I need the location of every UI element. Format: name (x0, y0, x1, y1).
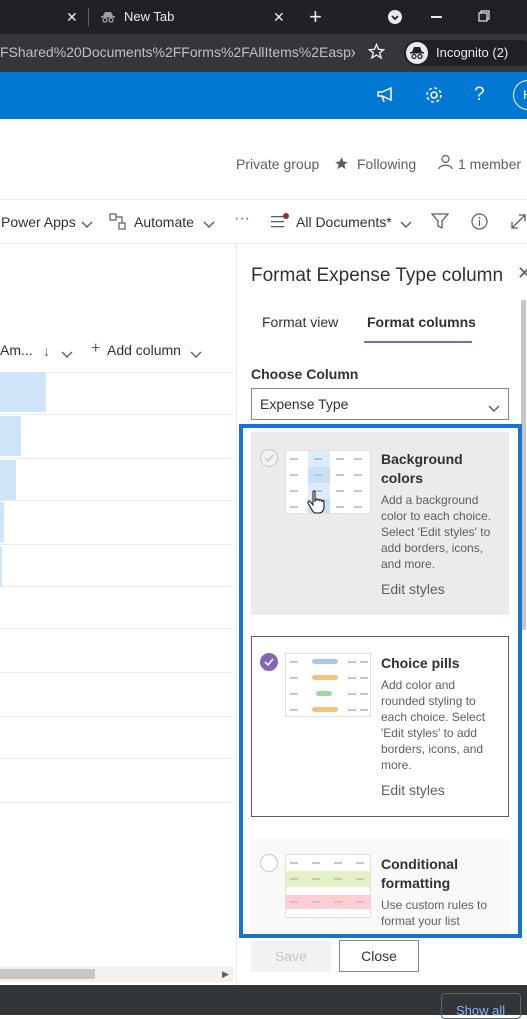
table-row[interactable] (0, 502, 4, 542)
add-column-button[interactable]: Add column (107, 342, 181, 358)
avatar[interactable]: H (513, 80, 527, 110)
expand-icon[interactable] (510, 213, 527, 235)
sort-down-arrow-icon: ↓ (43, 343, 50, 359)
plus-icon[interactable]: + (91, 340, 100, 358)
view-switcher[interactable]: All Documents* (296, 214, 392, 230)
choose-column-label: Choose Column (251, 366, 359, 382)
tab-search-icon[interactable] (387, 9, 403, 30)
row-divider (0, 628, 234, 629)
dropdown-value: Expense Type (260, 396, 349, 412)
save-button[interactable]: Save (251, 940, 331, 972)
view-options-icon[interactable] (271, 213, 289, 234)
show-all-label: Show all (456, 1003, 506, 1018)
chevron-down-icon[interactable] (400, 216, 412, 234)
row-divider (0, 544, 234, 545)
selected-tab-indicator (364, 341, 472, 343)
incognito-badge[interactable]: Incognito (2) (404, 40, 527, 66)
browser-tab-bar: ✕ New Tab ✕ + (0, 0, 527, 34)
divider (0, 199, 527, 200)
chevron-down-icon[interactable] (81, 216, 93, 234)
table-row[interactable] (0, 372, 46, 412)
table-row[interactable] (0, 546, 2, 586)
row-divider (0, 672, 234, 673)
automate-icon (109, 213, 126, 235)
members-button[interactable]: 1 member (458, 156, 521, 172)
chevron-down-icon[interactable] (203, 216, 215, 234)
incognito-label: Incognito (2) (436, 45, 509, 60)
horizontal-scrollbar[interactable]: ▶ (0, 966, 234, 982)
panel-border (236, 244, 237, 987)
new-tab-title[interactable]: New Tab (124, 9, 174, 24)
download-bar: Show all (0, 985, 527, 1019)
table-row[interactable] (0, 460, 16, 500)
row-divider (0, 586, 234, 587)
incognito-icon (406, 42, 428, 64)
chevron-down-icon[interactable] (190, 346, 202, 364)
row-divider (0, 458, 234, 459)
show-all-button[interactable]: Show all (441, 993, 521, 1019)
tab-format-view[interactable]: Format view (262, 314, 338, 330)
power-apps-menu[interactable]: Power Apps (1, 214, 76, 230)
person-icon (438, 154, 453, 175)
settings-gear-icon[interactable] (424, 85, 444, 110)
highlight-box (239, 424, 522, 938)
scrollbar-thumb[interactable] (0, 969, 95, 979)
row-divider (0, 500, 234, 501)
row-divider (0, 758, 234, 759)
bookmark-star-icon[interactable] (367, 42, 386, 65)
chevron-down-icon (488, 400, 500, 418)
new-tab-plus-icon[interactable]: + (309, 4, 322, 30)
incognito-tab-icon (101, 10, 115, 28)
help-icon[interactable]: ? (474, 84, 485, 106)
panel-title: Format Expense Type column (251, 265, 504, 286)
suite-bar: ? H (0, 72, 527, 119)
choose-column-dropdown[interactable]: Expense Type (251, 388, 509, 420)
tab-format-columns[interactable]: Format columns (367, 314, 476, 330)
filter-icon[interactable] (430, 213, 450, 235)
row-divider (0, 716, 234, 717)
close-tab-icon[interactable]: ✕ (273, 9, 285, 26)
automate-menu[interactable]: Automate (134, 214, 194, 230)
info-icon[interactable] (471, 213, 488, 235)
chevron-down-icon[interactable] (61, 346, 73, 364)
group-privacy-label: Private group (236, 156, 320, 172)
megaphone-icon[interactable] (376, 86, 396, 109)
tab-divider (88, 8, 89, 26)
url-field[interactable]: FShared%20Documents%2FForms%2FAllItems%2… (0, 44, 355, 60)
restore-icon[interactable] (478, 9, 490, 27)
close-button[interactable]: Close (339, 940, 419, 972)
close-tab-icon[interactable]: ✕ (66, 9, 78, 26)
more-options-button[interactable]: ··· (234, 210, 250, 228)
following-button[interactable]: Following (357, 156, 416, 172)
scroll-right-arrow-icon[interactable]: ▶ (222, 969, 229, 980)
close-panel-icon[interactable]: ✕ (517, 263, 527, 284)
amount-column-header[interactable]: Am... (0, 342, 33, 358)
row-divider (0, 414, 234, 415)
row-divider (0, 802, 234, 803)
table-row[interactable] (0, 416, 21, 456)
minimize-icon[interactable] (431, 16, 442, 18)
star-filled-icon[interactable] (334, 156, 349, 176)
